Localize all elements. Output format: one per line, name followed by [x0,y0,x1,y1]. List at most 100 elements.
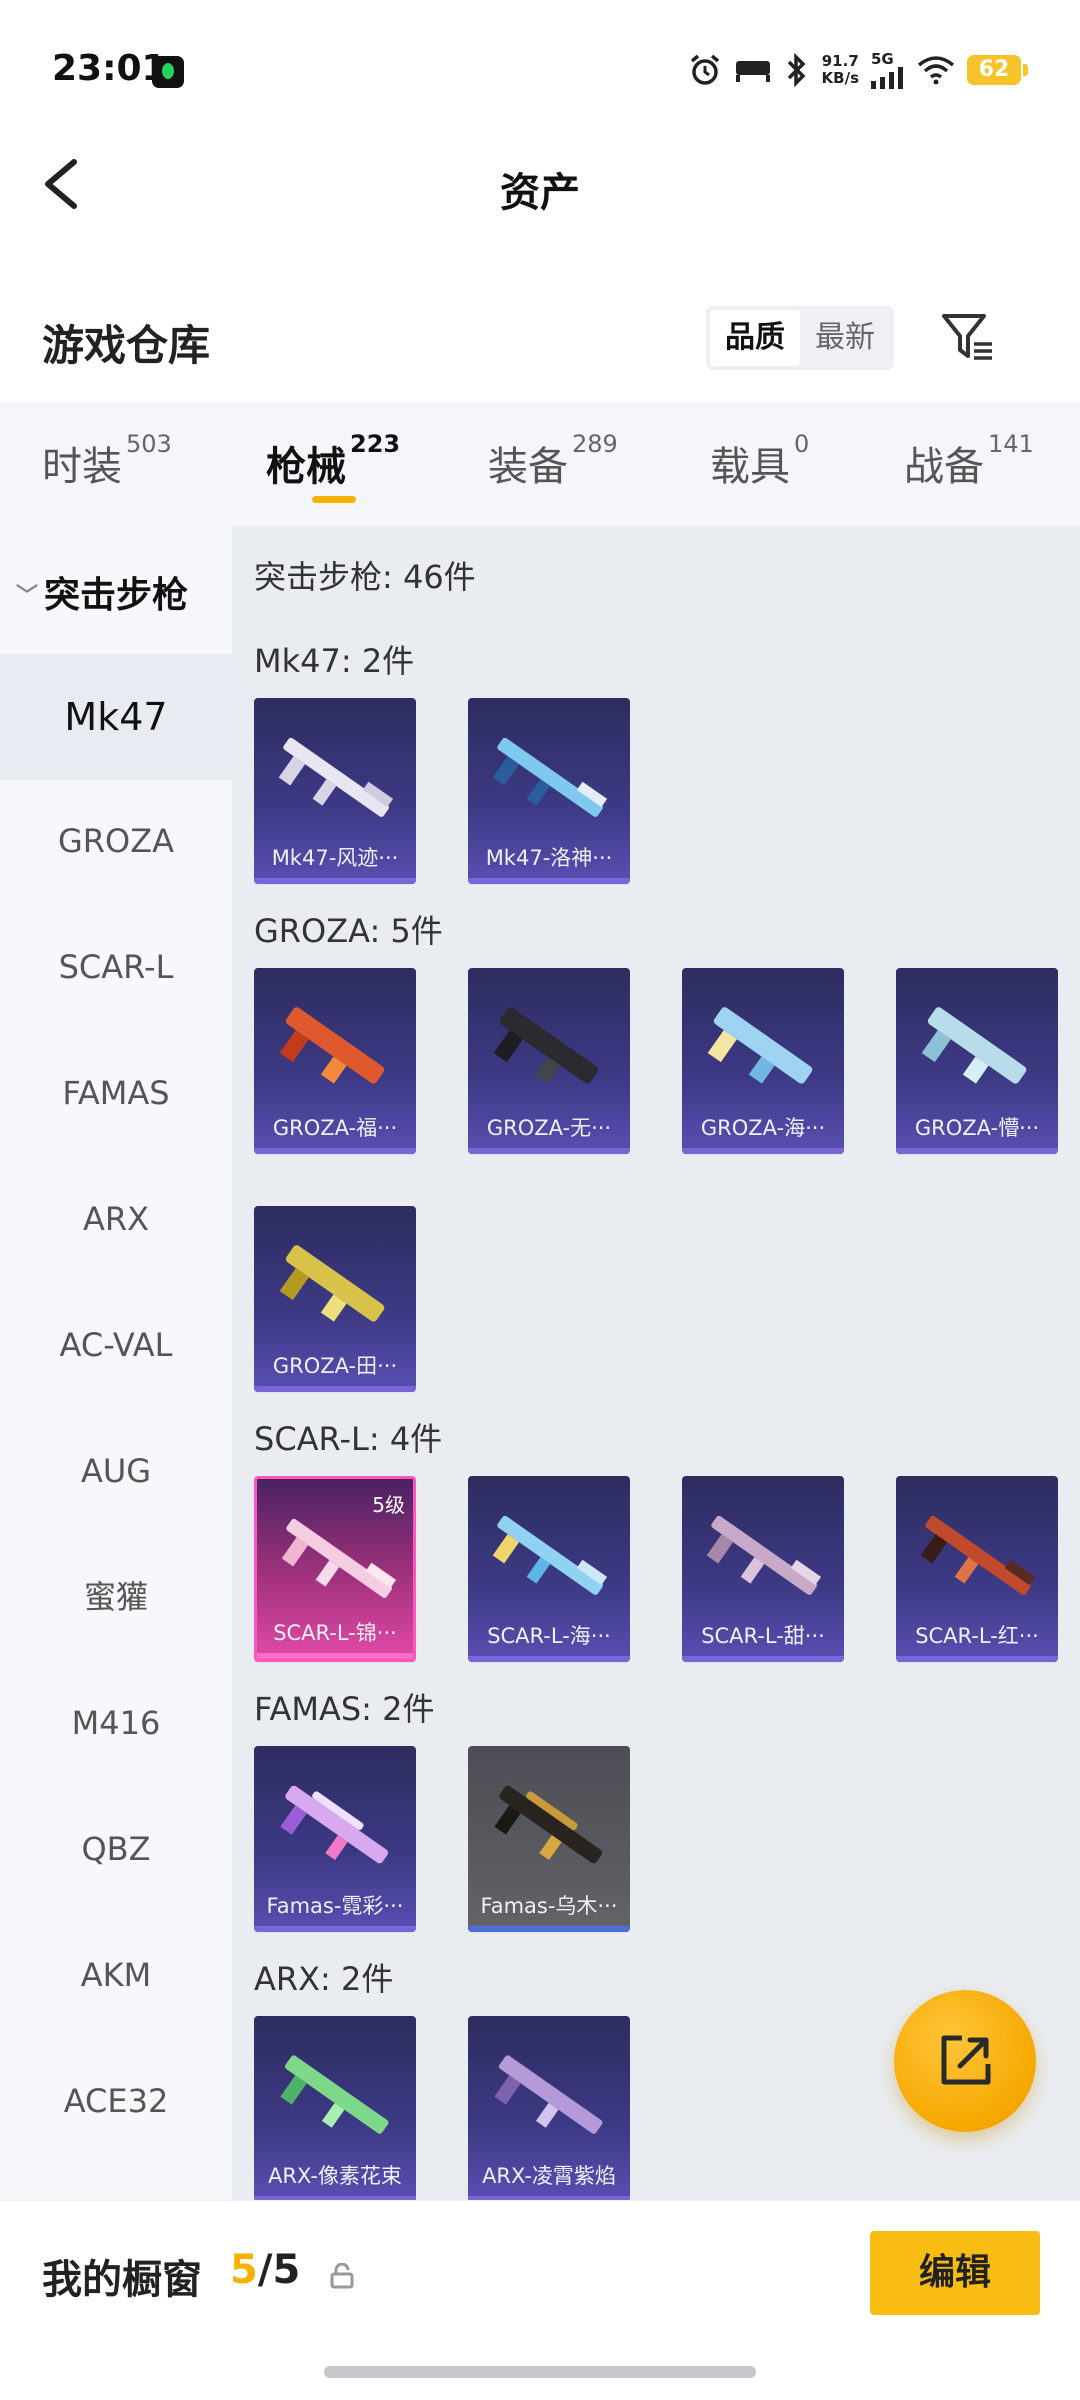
network-speed: 91.7 KB/s [821,52,859,87]
rifle-icon [493,1007,599,1084]
group-title-arx: ARX: 2件 [254,1960,394,1998]
warehouse-title: 游戏仓库 [42,321,211,370]
tab-vehicles[interactable]: 载具 0 [710,430,809,492]
weapon-card[interactable]: Mk47-风迹··· [254,698,416,884]
group-title-groza: GROZA: 5件 [254,912,443,950]
weapon-name: SCAR-L-海··· [487,1624,611,1648]
weapon-card[interactable]: GROZA-懵··· [896,968,1058,1154]
rifle-icon [280,2055,389,2134]
weapon-name: GROZA-福··· [272,1116,398,1140]
rifle-icon [280,1785,389,1864]
rifle-icon [279,1007,385,1084]
weapon-name: SCAR-L-甜··· [701,1624,825,1648]
rifle-icon [492,1515,608,1595]
showcase-count: 5/5 [230,2247,301,2293]
rifle-icon [494,2055,603,2134]
share-button[interactable] [894,1990,1036,2132]
weapon-sidebar: ﹀ 突击步枪 Mk47 GROZA SCAR-L FAMAS ARX AC-VAL… [0,526,232,2206]
app-notification-icon [152,56,184,88]
sidebar-item-honey-badger[interactable]: 蜜獾 [0,1534,232,1660]
bluetooth-icon [787,53,806,87]
weapon-name: Famas-乌木··· [480,1894,618,1918]
weapon-name: SCAR-L-红··· [915,1624,1039,1648]
weapon-name: GROZA-田··· [272,1354,398,1378]
network-type: 5G [871,50,894,68]
weapon-name: GROZA-懵··· [914,1116,1040,1140]
weapon-name: Mk47-洛神··· [485,846,613,870]
weapon-card[interactable]: GROZA-无··· [468,968,630,1154]
rifle-icon [494,1785,603,1864]
weapon-name: Mk47-风迹··· [271,846,399,870]
weapon-card[interactable]: GROZA-海··· [682,968,844,1154]
signal-indicator: 5G [871,51,905,89]
lock-icon [330,2263,354,2289]
alarm-icon [690,54,719,85]
showcase-bar: 我的橱窗 5/5 编辑 [0,2200,1080,2350]
status-time: 23:01 [52,48,167,89]
edit-button[interactable]: 编辑 [870,2231,1040,2315]
sort-toggle: 品质 最新 [706,306,894,370]
weapon-card[interactable]: ARX-凌霄紫焰 [468,2016,630,2200]
tab-equipment[interactable]: 装备 289 [488,430,618,492]
weapon-list: 突击步枪: 46件 Mk47: 2件 Mk47-风迹··· Mk47-洛神···… [232,526,1080,2200]
sidebar-item-scar-l[interactable]: SCAR-L [0,904,232,1030]
tab-guns[interactable]: 枪械 223 [266,430,400,492]
weapon-card[interactable]: GROZA-田··· [254,1206,416,1392]
share-icon [941,2035,991,2085]
sidebar-item-ac-val[interactable]: AC-VAL [0,1282,232,1408]
bed-icon [735,61,770,82]
weapon-card[interactable]: SCAR-L-甜··· [682,1476,844,1662]
weapon-card[interactable]: SCAR-L-海··· [468,1476,630,1662]
weapon-card[interactable]: Famas-霓彩··· [254,1746,416,1932]
active-tab-indicator [312,496,356,503]
weapon-name: SCAR-L-锦··· [273,1621,397,1645]
weapon-name: GROZA-无··· [486,1116,612,1140]
page-title: 资产 [500,170,580,216]
chevron-down-icon: ﹀ [16,584,39,609]
weapon-card[interactable]: SCAR-L-红··· [896,1476,1058,1662]
sidebar-category[interactable]: ﹀ 突击步枪 [16,566,188,618]
rifle-icon [279,1245,385,1322]
sidebar-item-qbz[interactable]: QBZ [0,1786,232,1912]
rifle-icon [921,1007,1027,1084]
sort-newest-option[interactable]: 最新 [800,310,890,366]
group-title-scar-l: SCAR-L: 4件 [254,1420,443,1458]
weapon-name: GROZA-海··· [700,1116,826,1140]
sidebar-item-m416[interactable]: M416 [0,1660,232,1786]
sidebar-item-arx[interactable]: ARX [0,1156,232,1282]
sidebar-item-famas[interactable]: FAMAS [0,1030,232,1156]
status-bar: 23:01 91.7 KB/s 5G 62 [0,0,1080,140]
sort-quality-option[interactable]: 品质 [710,310,800,366]
rifle-icon [281,1518,397,1598]
wifi-icon [917,56,955,85]
group-title-famas: FAMAS: 2件 [254,1690,435,1728]
rifle-icon [920,1515,1036,1595]
tab-combat-gear[interactable]: 战备 141 [904,430,1034,492]
rifle-icon [278,737,394,817]
sidebar-item-ace32[interactable]: ACE32 [0,2038,232,2164]
filter-icon[interactable] [940,310,996,366]
weapon-name: ARX-像素花束 [268,2164,402,2188]
sidebar-item-akm[interactable]: AKM [0,1912,232,2038]
weapon-card[interactable]: Mk47-洛神··· [468,698,630,884]
battery-icon: 62 [967,55,1028,85]
weapon-card[interactable]: GROZA-福··· [254,968,416,1154]
signal-icon [871,67,903,89]
showcase-label: 我的橱窗 [42,2257,202,2303]
category-tabs: 时装 503 枪械 223 装备 289 载具 0 战备 141 [0,402,1080,526]
sidebar-item-groza[interactable]: GROZA [0,778,232,904]
sidebar-item-aug[interactable]: AUG [0,1408,232,1534]
weapon-name: ARX-凌霄紫焰 [482,2164,616,2188]
tab-fashion[interactable]: 时装 503 [42,430,172,492]
weapon-card[interactable]: ARX-像素花束 [254,2016,416,2200]
weapon-card[interactable]: 5级 SCAR-L-锦··· [254,1476,416,1662]
rifle-icon [707,1007,813,1084]
home-indicator[interactable] [324,2366,756,2378]
rifle-icon [706,1515,822,1595]
sidebar-item-mk47[interactable]: Mk47 [0,654,232,780]
rifle-icon [492,737,608,817]
battery-level: 62 [967,55,1021,85]
group-title-mk47: Mk47: 2件 [254,642,415,680]
weapon-name: Famas-霓彩··· [266,1894,404,1918]
weapon-card[interactable]: Famas-乌木··· [468,1746,630,1932]
